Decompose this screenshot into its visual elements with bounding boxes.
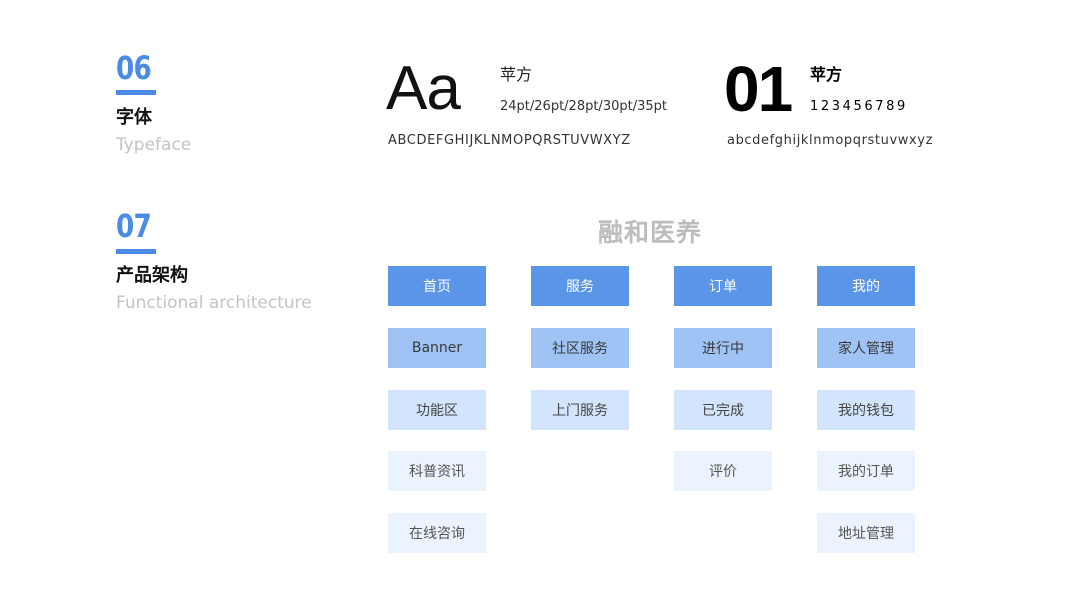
typeface-section-bar: [116, 90, 156, 95]
arch-node-address-management: 地址管理: [817, 513, 915, 553]
arch-node-mine: 我的: [817, 266, 915, 306]
digit-sample: 123456789: [810, 99, 908, 114]
font-name-bold: 苹方: [810, 65, 843, 84]
architecture-section-subtitle: Functional architecture: [116, 293, 312, 313]
lowercase-alphabet: abcdefghijklnmopqrstuvwxyz: [727, 133, 933, 148]
arch-node-orders: 订单: [674, 266, 772, 306]
arch-node-home-visit-service: 上门服务: [531, 390, 629, 430]
typeface-section-title: 字体: [116, 107, 152, 128]
arch-node-family-management: 家人管理: [817, 328, 915, 368]
arch-node-review: 评价: [674, 451, 772, 491]
arch-node-service: 服务: [531, 266, 629, 306]
arch-node-science-news: 科普资讯: [388, 451, 486, 491]
arch-node-community-service: 社区服务: [531, 328, 629, 368]
brand-logo-text: 融和医养: [598, 218, 703, 247]
arch-node-my-orders: 我的订单: [817, 451, 915, 491]
arch-node-completed: 已完成: [674, 390, 772, 430]
arch-node-my-wallet: 我的钱包: [817, 390, 915, 430]
typeface-sample-glyphs: Aa: [386, 54, 461, 123]
font-sizes: 24pt/26pt/28pt/30pt/35pt: [500, 99, 667, 114]
number-sample: 01: [724, 53, 793, 125]
arch-node-function-area: 功能区: [388, 390, 486, 430]
architecture-section-bar: [116, 249, 156, 254]
uppercase-alphabet: ABCDEFGHIJKLNMOPQRSTUVWXYZ: [388, 133, 631, 148]
arch-node-banner: Banner: [388, 328, 486, 368]
font-name: 苹方: [500, 65, 533, 84]
architecture-section-number: 07: [116, 207, 152, 245]
architecture-section-title: 产品架构: [116, 265, 188, 286]
arch-node-home: 首页: [388, 266, 486, 306]
arch-node-online-consult: 在线咨询: [388, 513, 486, 553]
arch-node-in-progress: 进行中: [674, 328, 772, 368]
typeface-section-number: 06: [116, 49, 152, 87]
typeface-section-subtitle: Typeface: [116, 135, 192, 155]
